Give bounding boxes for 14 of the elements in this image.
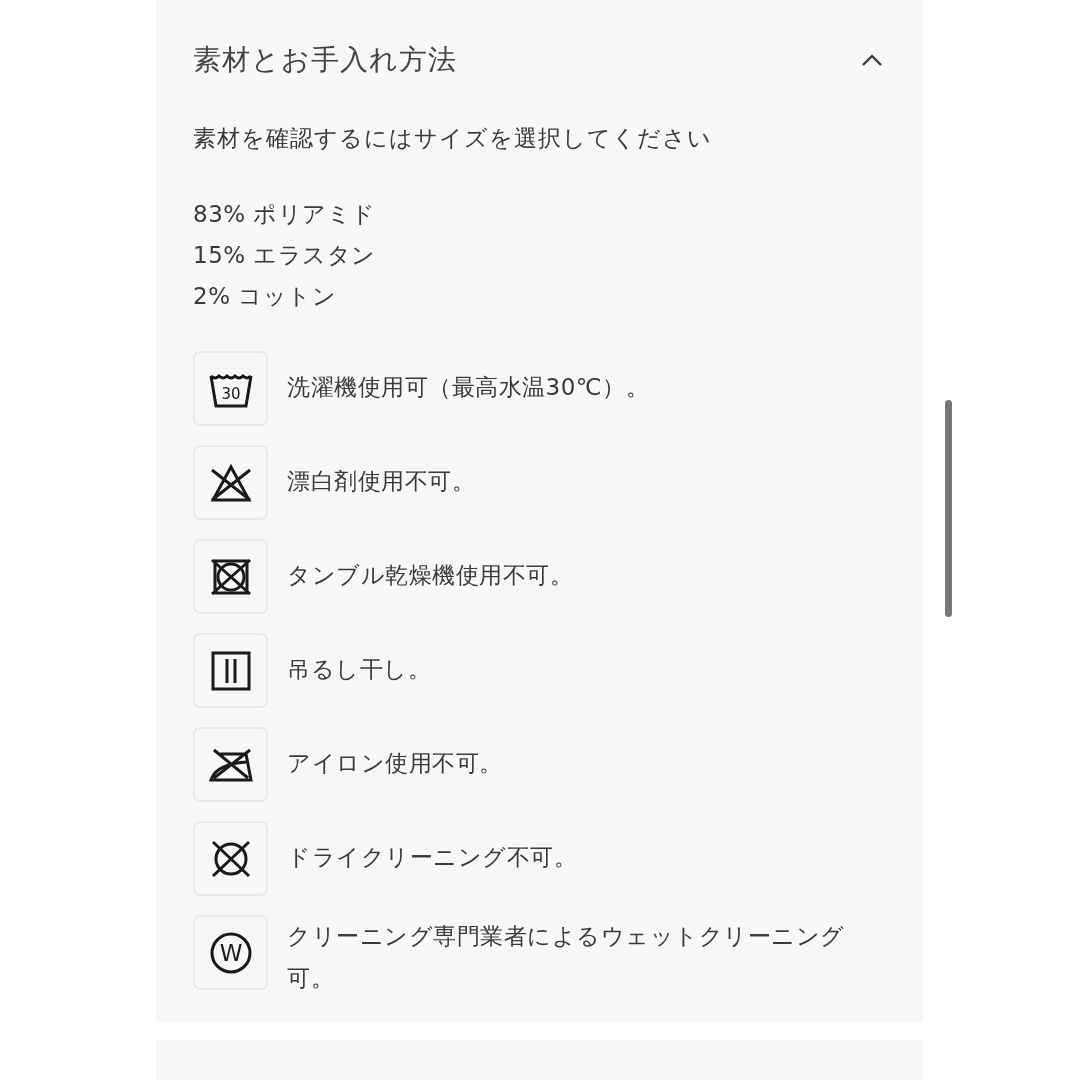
care-instruction: ドライクリーニング不可。: [287, 843, 578, 872]
composition-line: 15% エラスタン: [193, 241, 377, 270]
composition-line: 83% ポリアミド: [193, 200, 377, 229]
section-title: 素材とお手入れ方法: [193, 42, 457, 78]
chevron-icon[interactable]: [861, 53, 883, 67]
composition-line: 2% コットン: [193, 282, 338, 311]
size-prompt: 素材を確認するにはサイズを選択してください: [193, 124, 713, 153]
care-instruction: クリーニング専門業者によるウェットクリーニング可。: [287, 922, 846, 993]
care-instruction: タンブル乾燥機使用不可。: [287, 561, 574, 590]
care-instruction: アイロン使用不可。: [287, 749, 504, 778]
scrollbar-thumb[interactable]: [945, 400, 952, 617]
care-instruction: 漂白剤使用不可。: [287, 467, 476, 496]
care-instruction: 吊るし干し。: [287, 655, 432, 684]
care-instruction: 洗濯機使用可（最高水温30℃）。: [287, 373, 651, 402]
